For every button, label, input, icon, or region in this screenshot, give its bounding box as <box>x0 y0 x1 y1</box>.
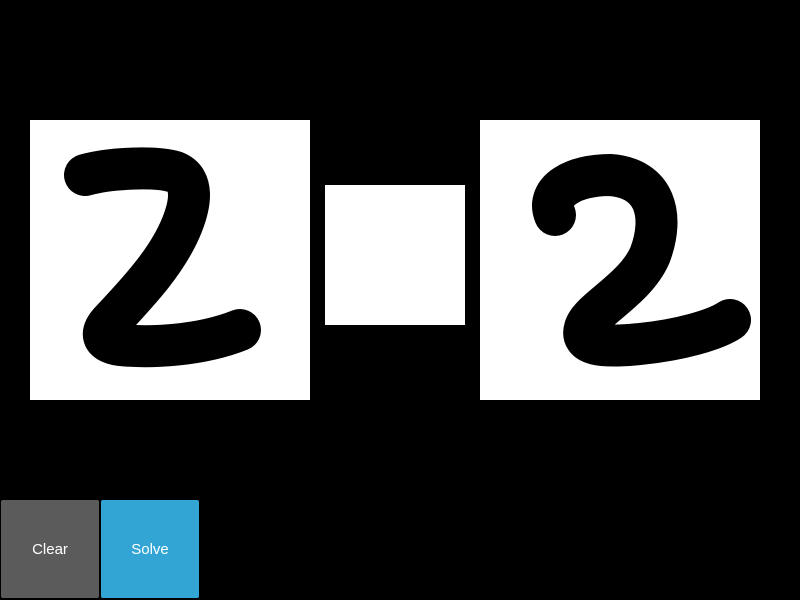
handwritten-digit-stroke <box>64 147 261 368</box>
clear-button[interactable]: Clear <box>1 500 99 598</box>
left-operand-ink <box>64 147 261 368</box>
operator-ink <box>325 185 465 325</box>
right-operand-canvas[interactable] <box>480 120 760 400</box>
left-operand-canvas[interactable] <box>30 120 310 400</box>
solve-button[interactable]: Solve <box>101 500 199 598</box>
handwritten-digit-stroke <box>532 154 751 367</box>
right-operand-ink <box>532 154 751 367</box>
operator-canvas[interactable] <box>325 185 465 325</box>
app-stage: Clear Solve <box>0 0 800 600</box>
